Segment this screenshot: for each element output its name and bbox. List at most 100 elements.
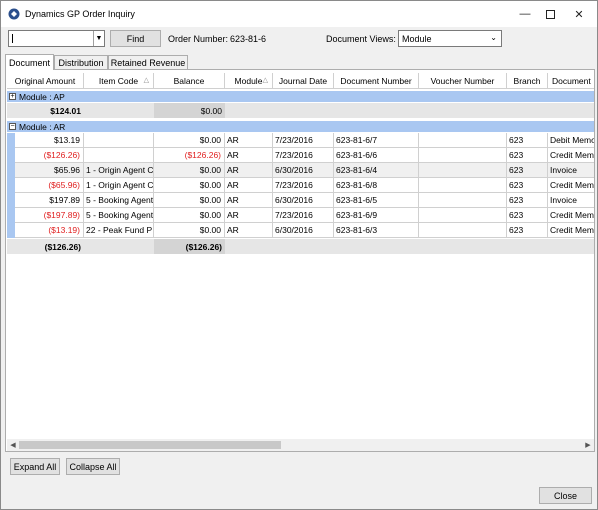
cell-module: AR xyxy=(225,223,273,238)
cell-module: AR xyxy=(225,133,273,148)
order-number-value: 623-81-6 xyxy=(230,34,267,44)
cell-module: AR xyxy=(225,178,273,193)
cell-original-amount: $13.19 xyxy=(15,133,84,148)
tab-distribution[interactable]: Distribution xyxy=(54,55,108,70)
group-header-ap[interactable]: + Module : AP xyxy=(7,91,594,102)
column-header-module[interactable]: Module △ xyxy=(225,73,273,89)
table-row[interactable]: $65.96 1 - Origin Agent C $0.00 AR 6/30/2016… xyxy=(7,163,594,178)
group-summary-ap: $124.01 $0.00 xyxy=(7,103,594,118)
group-indent xyxy=(7,208,15,223)
window-title: Dynamics GP Order Inquiry xyxy=(25,9,135,19)
table-row[interactable]: ($126.26) ($126.26) AR 7/23/2016 623-81-6/6 6… xyxy=(7,148,594,163)
column-header-document-number[interactable]: Document Number xyxy=(334,73,419,89)
group-indent xyxy=(7,133,15,148)
cell-branch: 623 xyxy=(507,223,548,238)
cell-item-code: 1 - Origin Agent C xyxy=(84,163,154,178)
cell-item-code: 22 - Peak Fund P xyxy=(84,223,154,238)
cell-document-number: 623-81-6/6 xyxy=(334,148,419,163)
document-views-select[interactable]: Module ⌄ xyxy=(398,30,502,47)
expand-icon[interactable]: + xyxy=(9,93,16,100)
column-header-branch[interactable]: Branch xyxy=(507,73,548,89)
scroll-left-icon[interactable]: ◀ xyxy=(7,439,19,451)
cell-journal-date: 6/30/2016 xyxy=(273,193,334,208)
horizontal-scrollbar[interactable]: ◀ ▶ xyxy=(7,439,594,451)
collapse-icon[interactable]: − xyxy=(9,123,16,130)
cell-journal-date: 6/30/2016 xyxy=(273,163,334,178)
chevron-down-icon: ⌄ xyxy=(490,33,497,42)
cell-item-code: 1 - Origin Agent C xyxy=(84,178,154,193)
table-row[interactable]: $197.89 5 - Booking Agent $0.00 AR 6/30/2016… xyxy=(7,193,594,208)
column-header-module-label: Module xyxy=(234,75,263,86)
group-header-ar[interactable]: − Module : AR xyxy=(7,121,594,132)
group-indent xyxy=(7,178,15,193)
group-summary-ar: ($126.26) ($126.26) xyxy=(7,239,594,254)
cell-document-type: Debit Memo xyxy=(548,133,594,148)
column-header-item-code[interactable]: Item Code △ xyxy=(84,73,154,89)
close-button[interactable]: Close xyxy=(539,487,592,504)
column-header-document[interactable]: Document xyxy=(548,73,594,89)
order-number-label: Order Number: xyxy=(168,34,229,44)
scroll-right-icon[interactable]: ▶ xyxy=(582,439,594,451)
table-row[interactable]: ($197.89) 5 - Booking Agent $0.00 AR 7/23/20… xyxy=(7,208,594,223)
summary-original-amount: $124.01 xyxy=(50,105,81,116)
cell-original-amount: ($126.26) xyxy=(15,148,84,163)
order-inquiry-window: Dynamics GP Order Inquiry — ✕ ▼ Find Ord… xyxy=(0,0,598,510)
close-window-button[interactable]: ✕ xyxy=(561,1,597,27)
tab-retained-revenue[interactable]: Retained Revenue xyxy=(108,55,188,70)
cell-document-type: Credit Memo xyxy=(548,208,594,223)
tab-document[interactable]: Document xyxy=(5,54,54,70)
summary-balance: ($126.26) xyxy=(154,239,225,254)
group-label-ap: Module : AP xyxy=(19,91,65,102)
cell-item-code xyxy=(84,148,154,163)
title-bar: Dynamics GP Order Inquiry — ✕ xyxy=(1,1,597,27)
column-header-item-code-label: Item Code xyxy=(98,75,139,86)
table-row[interactable]: $13.19 $0.00 AR 7/23/2016 623-81-6/7 623 Debit… xyxy=(7,133,594,148)
cell-journal-date: 7/23/2016 xyxy=(273,133,334,148)
cell-balance: $0.00 xyxy=(154,193,225,208)
cell-voucher-number xyxy=(419,193,507,208)
cell-document-type: Invoice xyxy=(548,193,594,208)
cell-module: AR xyxy=(225,208,273,223)
column-header-original-amount[interactable]: Original Amount xyxy=(7,73,84,89)
group-indent xyxy=(7,223,15,238)
summary-balance: $0.00 xyxy=(154,103,225,118)
cell-voucher-number xyxy=(419,163,507,178)
cell-document-number: 623-81-6/8 xyxy=(334,178,419,193)
group-indent xyxy=(7,163,15,178)
cell-document-type: Credit Memo xyxy=(548,178,594,193)
cell-branch: 623 xyxy=(507,133,548,148)
chevron-down-icon[interactable]: ▼ xyxy=(93,31,104,46)
cell-voucher-number xyxy=(419,148,507,163)
cell-item-code: 5 - Booking Agent xyxy=(84,208,154,223)
cell-original-amount: $197.89 xyxy=(15,193,84,208)
maximize-icon xyxy=(545,9,555,19)
table-row[interactable]: ($65.96) 1 - Origin Agent C $0.00 AR 7/23/20… xyxy=(7,178,594,193)
dynamics-gp-icon xyxy=(8,8,20,20)
group-indent xyxy=(7,148,15,163)
column-header-balance[interactable]: Balance xyxy=(154,73,225,89)
cell-voucher-number xyxy=(419,208,507,223)
cell-document-number: 623-81-6/5 xyxy=(334,193,419,208)
cell-document-number: 623-81-6/4 xyxy=(334,163,419,178)
column-header-voucher-number[interactable]: Voucher Number xyxy=(419,73,507,89)
find-button[interactable]: Find xyxy=(110,30,161,47)
cell-voucher-number xyxy=(419,178,507,193)
cell-balance: $0.00 xyxy=(154,223,225,238)
column-header-journal-date[interactable]: Journal Date xyxy=(273,73,334,89)
cell-item-code xyxy=(84,133,154,148)
collapse-all-button[interactable]: Collapse All xyxy=(66,458,120,475)
cell-original-amount: ($65.96) xyxy=(15,178,84,193)
document-grid: Original Amount Item Code △ Balance Modu… xyxy=(7,73,594,439)
cell-module: AR xyxy=(225,163,273,178)
cell-journal-date: 7/23/2016 xyxy=(273,208,334,223)
cell-module: AR xyxy=(225,193,273,208)
table-row[interactable]: ($13.19) 22 - Peak Fund P $0.00 AR 6/30/2016… xyxy=(7,223,594,238)
cell-document-number: 623-81-6/3 xyxy=(334,223,419,238)
order-search-combo[interactable]: ▼ xyxy=(8,30,105,47)
cell-branch: 623 xyxy=(507,148,548,163)
cell-balance: $0.00 xyxy=(154,178,225,193)
text-caret xyxy=(12,34,13,43)
expand-all-button[interactable]: Expand All xyxy=(10,458,60,475)
scrollbar-thumb[interactable] xyxy=(19,441,281,449)
sort-triangle-icon: △ xyxy=(262,77,268,84)
